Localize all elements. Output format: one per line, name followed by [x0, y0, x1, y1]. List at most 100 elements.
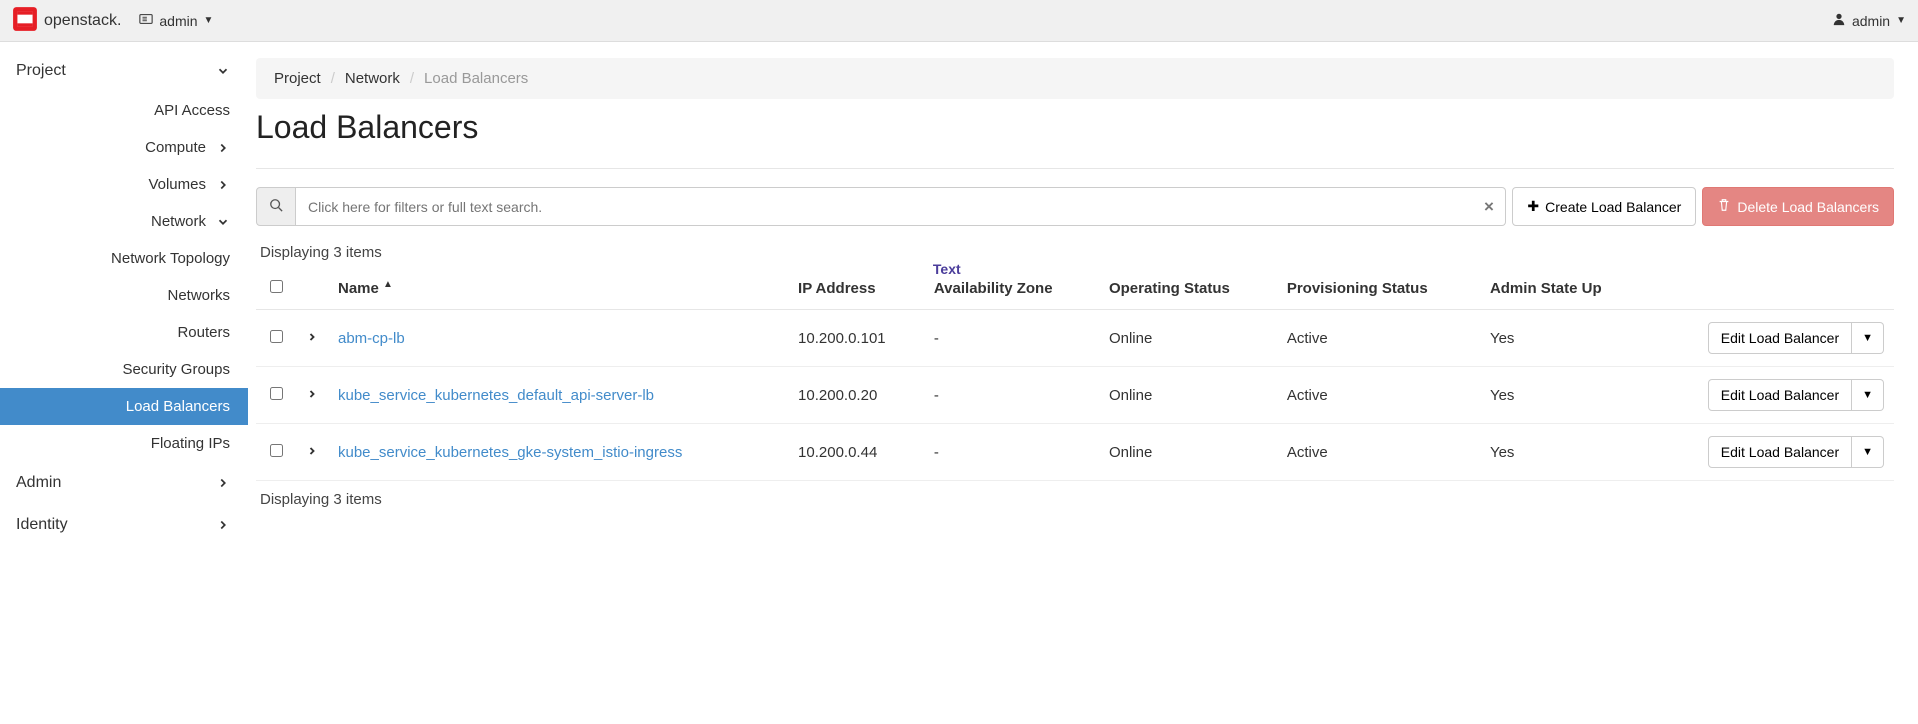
- nav-project[interactable]: Project: [0, 50, 248, 92]
- th-prov-status[interactable]: Provisioning Status: [1277, 267, 1480, 310]
- cell-ip: 10.200.0.20: [788, 367, 924, 424]
- cell-az: -: [924, 424, 1099, 481]
- cell-actions: Edit Load Balancer▼: [1646, 367, 1894, 424]
- nav-volumes[interactable]: Volumes: [0, 166, 248, 203]
- cell-name: abm-cp-lb: [328, 310, 788, 367]
- display-count-top: Displaying 3 items: [256, 234, 1894, 267]
- chevron-down-icon: [216, 64, 230, 78]
- table-header-row: Name ▲ IP Address Text Availability Zone…: [256, 267, 1894, 310]
- breadcrumb-current: Load Balancers: [424, 70, 528, 87]
- actions-toggle[interactable]: ▼: [1852, 436, 1884, 468]
- cell-prov: Active: [1277, 424, 1480, 481]
- nav-api-access[interactable]: API Access: [0, 92, 248, 129]
- divider: [256, 168, 1894, 169]
- cell-admin: Yes: [1480, 310, 1646, 367]
- cell-prov: Active: [1277, 367, 1480, 424]
- cell-check: [256, 367, 296, 424]
- trash-icon: [1717, 198, 1731, 215]
- create-load-balancer-button[interactable]: ✚ Create Load Balancer: [1512, 187, 1696, 226]
- chevron-right-icon: [216, 141, 230, 155]
- cell-az: -: [924, 367, 1099, 424]
- nav-identity[interactable]: Identity: [0, 504, 248, 546]
- expand-toggle[interactable]: [306, 444, 318, 460]
- cell-admin: Yes: [1480, 367, 1646, 424]
- user-label: admin: [1852, 13, 1890, 29]
- page-title: Load Balancers: [256, 109, 1894, 146]
- lb-name-link[interactable]: kube_service_kubernetes_gke-system_istio…: [338, 444, 682, 461]
- table-row: kube_service_kubernetes_gke-system_istio…: [256, 424, 1894, 481]
- select-all-checkbox[interactable]: [270, 280, 283, 293]
- domain-switcher[interactable]: admin ▼: [139, 12, 213, 29]
- row-actions: Edit Load Balancer▼: [1656, 436, 1884, 468]
- breadcrumb-network[interactable]: Network: [345, 70, 400, 87]
- edit-lb-button[interactable]: Edit Load Balancer: [1708, 436, 1852, 468]
- nav-admin[interactable]: Admin: [0, 462, 248, 504]
- row-actions: Edit Load Balancer▼: [1656, 379, 1884, 411]
- th-select-all: [256, 267, 296, 310]
- display-count-bottom: Displaying 3 items: [256, 481, 1894, 514]
- cell-actions: Edit Load Balancer▼: [1646, 424, 1894, 481]
- nav-floating-ips[interactable]: Floating IPs: [0, 425, 248, 462]
- nav-network-topology[interactable]: Network Topology: [0, 240, 248, 277]
- button-label: Delete Load Balancers: [1737, 199, 1879, 215]
- plus-icon: ✚: [1527, 198, 1539, 215]
- nav-compute[interactable]: Compute: [0, 129, 248, 166]
- edit-lb-button[interactable]: Edit Load Balancer: [1708, 322, 1852, 354]
- search-clear[interactable]: ×: [1472, 187, 1506, 226]
- user-menu[interactable]: admin ▼: [1832, 12, 1906, 29]
- th-op-status[interactable]: Operating Status: [1099, 267, 1277, 310]
- delete-load-balancers-button[interactable]: Delete Load Balancers: [1702, 187, 1894, 226]
- row-actions: Edit Load Balancer▼: [1656, 322, 1884, 354]
- nav-load-balancers[interactable]: Load Balancers: [0, 388, 248, 425]
- brand-logo[interactable]: openstack.: [12, 6, 121, 35]
- overlay-text: Text: [933, 261, 961, 277]
- lb-name-link[interactable]: abm-cp-lb: [338, 330, 405, 347]
- actions-toggle[interactable]: ▼: [1852, 379, 1884, 411]
- expand-toggle[interactable]: [306, 330, 318, 346]
- search-input[interactable]: [296, 187, 1472, 226]
- row-checkbox[interactable]: [270, 330, 283, 343]
- th-az[interactable]: Text Availability Zone: [924, 267, 1099, 310]
- expand-toggle[interactable]: [306, 387, 318, 403]
- row-checkbox[interactable]: [270, 444, 283, 457]
- openstack-icon: [12, 6, 38, 35]
- breadcrumb-project[interactable]: Project: [274, 70, 321, 87]
- actions-toggle[interactable]: ▼: [1852, 322, 1884, 354]
- search-button[interactable]: [256, 187, 296, 226]
- lb-name-link[interactable]: kube_service_kubernetes_default_api-serv…: [338, 387, 654, 404]
- nav-label: Compute: [145, 139, 206, 156]
- topbar-left: openstack. admin ▼: [12, 6, 213, 35]
- cell-admin: Yes: [1480, 424, 1646, 481]
- close-icon: ×: [1484, 197, 1494, 217]
- th-admin-state[interactable]: Admin State Up: [1480, 267, 1646, 310]
- th-ip[interactable]: IP Address: [788, 267, 924, 310]
- chevron-right-icon: [216, 178, 230, 192]
- nav-security-groups[interactable]: Security Groups: [0, 351, 248, 388]
- breadcrumb-sep: /: [410, 70, 414, 87]
- toolbar: × ✚ Create Load Balancer Delete Load Bal…: [256, 187, 1894, 226]
- th-name[interactable]: Name ▲: [328, 267, 788, 310]
- chevron-down-icon: [216, 215, 230, 229]
- cell-name: kube_service_kubernetes_gke-system_istio…: [328, 424, 788, 481]
- nav-label: Identity: [16, 516, 68, 534]
- cell-expand: [296, 367, 328, 424]
- cell-az: -: [924, 310, 1099, 367]
- nav-label: Network: [151, 213, 206, 230]
- nav-routers[interactable]: Routers: [0, 314, 248, 351]
- row-checkbox[interactable]: [270, 387, 283, 400]
- load-balancers-table: Name ▲ IP Address Text Availability Zone…: [256, 267, 1894, 481]
- nav-networks[interactable]: Networks: [0, 277, 248, 314]
- nav-network[interactable]: Network: [0, 203, 248, 240]
- chevron-right-icon: [216, 476, 230, 490]
- table-row: kube_service_kubernetes_default_api-serv…: [256, 367, 1894, 424]
- table-row: abm-cp-lb10.200.0.101-OnlineActiveYesEdi…: [256, 310, 1894, 367]
- caret-down-icon: ▼: [1896, 15, 1906, 26]
- breadcrumb-sep: /: [331, 70, 335, 87]
- edit-lb-button[interactable]: Edit Load Balancer: [1708, 379, 1852, 411]
- cell-op: Online: [1099, 367, 1277, 424]
- nav-label: Project: [16, 62, 66, 80]
- cell-op: Online: [1099, 424, 1277, 481]
- th-expand: [296, 267, 328, 310]
- cell-ip: 10.200.0.101: [788, 310, 924, 367]
- chevron-right-icon: [216, 518, 230, 532]
